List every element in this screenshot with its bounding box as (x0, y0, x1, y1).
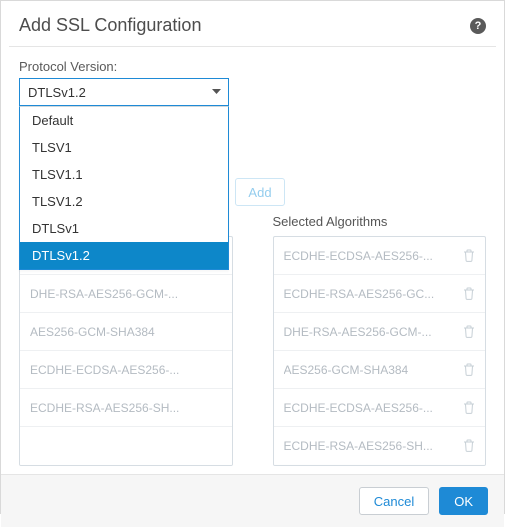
list-item[interactable]: ECDHE-RSA-AES256-GC... (274, 275, 486, 313)
select-value: DTLSv1.2 (28, 85, 86, 100)
trash-icon[interactable] (463, 439, 475, 452)
trash-icon[interactable] (463, 249, 475, 262)
protocol-version-select[interactable]: DTLSv1.2 Default TLSV1 TLSV1.1 TLSV1.2 D… (19, 78, 229, 106)
option-dtlsv1-2[interactable]: DTLSv1.2 (20, 242, 228, 269)
list-item[interactable]: ECDHE-ECDSA-AES256-... (274, 237, 486, 275)
select-display[interactable]: DTLSv1.2 (19, 78, 229, 106)
dialog-footer: Cancel OK (1, 474, 504, 527)
ok-button[interactable]: OK (439, 487, 488, 515)
option-tlsv1[interactable]: TLSV1 (20, 134, 228, 161)
option-tlsv1-1[interactable]: TLSV1.1 (20, 161, 228, 188)
ssl-config-dialog: Add SSL Configuration ? Protocol Version… (0, 0, 505, 514)
list-item[interactable]: AES256-GCM-SHA384 (20, 313, 232, 351)
trash-icon[interactable] (463, 401, 475, 414)
dialog-title: Add SSL Configuration (19, 15, 201, 36)
selected-listbox[interactable]: ECDHE-ECDSA-AES256-... ECDHE-RSA-AES256-… (273, 236, 487, 466)
protocol-version-dropdown: Default TLSV1 TLSV1.1 TLSV1.2 DTLSv1 DTL… (19, 106, 229, 270)
selected-column: Selected Algorithms ECDHE-ECDSA-AES256-.… (273, 214, 487, 466)
help-icon[interactable]: ? (470, 18, 486, 34)
list-item[interactable]: DHE-RSA-AES256-GCM-... (274, 313, 486, 351)
list-item[interactable]: ECDHE-ECDSA-AES256-... (274, 389, 486, 427)
add-button[interactable]: Add (235, 178, 285, 206)
list-item[interactable]: AES256-GCM-SHA384 (274, 351, 486, 389)
trash-icon[interactable] (463, 287, 475, 300)
list-fade (20, 451, 232, 465)
cancel-button[interactable]: Cancel (359, 487, 429, 515)
chevron-down-icon (212, 89, 221, 95)
trash-icon[interactable] (463, 363, 475, 376)
trash-icon[interactable] (463, 325, 475, 338)
protocol-version-label: Protocol Version: (19, 59, 486, 74)
selected-label: Selected Algorithms (273, 214, 487, 230)
option-default[interactable]: Default (20, 107, 228, 134)
list-item[interactable]: ECDHE-RSA-AES256-SH... (274, 427, 486, 465)
dialog-body: Protocol Version: DTLSv1.2 Default TLSV1… (1, 47, 504, 474)
list-item[interactable]: ECDHE-RSA-AES256-SH... (20, 389, 232, 427)
dialog-header: Add SSL Configuration ? (1, 1, 504, 46)
list-item[interactable]: ECDHE-ECDSA-AES256-... (20, 351, 232, 389)
list-item[interactable]: DHE-RSA-AES256-GCM-... (20, 275, 232, 313)
available-listbox[interactable]: ECDHE-RSA-AES256-GC... DHE-RSA-AES256-GC… (19, 236, 233, 466)
option-dtlsv1[interactable]: DTLSv1 (20, 215, 228, 242)
option-tlsv1-2[interactable]: TLSV1.2 (20, 188, 228, 215)
